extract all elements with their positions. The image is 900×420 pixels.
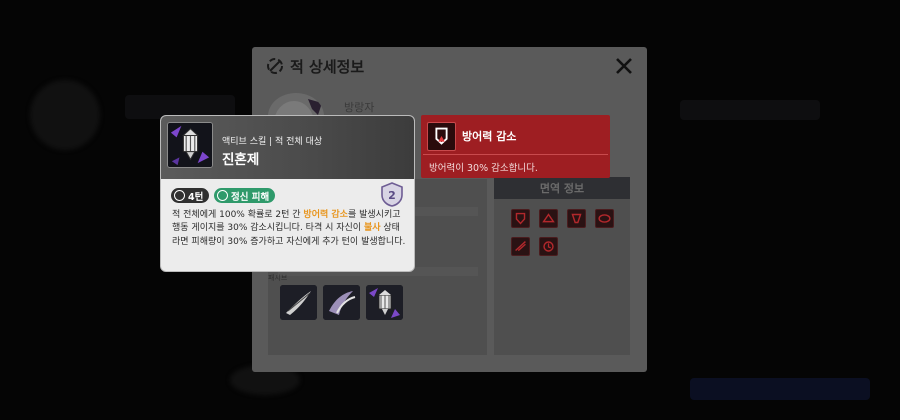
mental-icon — [217, 190, 228, 201]
immunity-icon[interactable] — [539, 209, 558, 228]
divider — [423, 154, 608, 155]
skill-level: 2 — [388, 189, 396, 202]
clock-icon — [174, 190, 185, 201]
defense-down-icon — [427, 122, 456, 151]
immunity-icon[interactable] — [511, 237, 530, 256]
cooldown-text: 4턴 — [188, 191, 204, 203]
damage-type-text: 정신 피해 — [231, 191, 270, 203]
debuff-popup: 방어력 감소 방어력이 30% 감소합니다. — [421, 115, 610, 178]
cooldown-badge: 4턴 — [171, 188, 210, 203]
enemy-name: 방랑자 — [344, 101, 375, 114]
feather-skill-icon — [280, 285, 317, 320]
tooltip-body: 4턴 정신 피해 2 적 전체에게 100% 확률로 2턴 간 방어력 감소를 … — [161, 179, 414, 271]
damage-type-badge: 정신 피해 — [214, 188, 276, 203]
background-scenery — [30, 80, 100, 150]
immunity-panel: 면역 정보 — [494, 177, 630, 355]
undying-keyword[interactable]: 불사 — [364, 223, 381, 233]
lantern-skill-icon — [167, 122, 213, 168]
game-screen: 적 상세정보 방랑자 패시브 면역 정보 방어력 감소 방어력이 30% 감소합… — [0, 0, 900, 420]
spiral-icon — [267, 58, 283, 74]
background-scenery — [690, 378, 870, 400]
tooltip-header: 액티브 스킬 | 적 전체 대상 진혼제 — [161, 116, 414, 179]
immunity-icon[interactable] — [567, 209, 586, 228]
immunity-icon[interactable] — [511, 209, 530, 228]
skill-slot-2[interactable] — [323, 285, 360, 320]
description-text: 적 전체에게 100% 확률로 2턴 간 — [172, 210, 304, 220]
close-icon[interactable] — [613, 55, 635, 77]
passive-label: 패시브 — [268, 274, 288, 282]
skill-type-label: 액티브 스킬 | 적 전체 대상 — [222, 137, 323, 147]
skill-slot-1[interactable] — [280, 285, 317, 320]
modal-title: 적 상세정보 — [290, 57, 365, 76]
immunity-icon[interactable] — [595, 209, 614, 228]
skill-description: 적 전체에게 100% 확률로 2턴 간 방어력 감소를 발생시키고 행동 게이… — [172, 209, 408, 249]
modal-header: 적 상세정보 — [252, 47, 647, 85]
skill-level-shield-icon: 2 — [381, 182, 403, 207]
skill-tooltip: 액티브 스킬 | 적 전체 대상 진혼제 4턴 정신 피해 2 적 전체에게 1… — [160, 115, 415, 272]
immunity-icon[interactable] — [539, 237, 558, 256]
defense-down-keyword[interactable]: 방어력 감소 — [303, 210, 348, 220]
background-scenery — [680, 100, 820, 120]
skill-name: 진혼제 — [222, 152, 260, 168]
debuff-title: 방어력 감소 — [462, 130, 517, 143]
immunity-header: 면역 정보 — [494, 177, 630, 199]
skill-slot-3[interactable] — [366, 285, 403, 320]
debuff-description: 방어력이 30% 감소합니다. — [429, 163, 538, 174]
claw-skill-icon — [323, 285, 360, 320]
lantern-skill-icon — [366, 285, 403, 320]
